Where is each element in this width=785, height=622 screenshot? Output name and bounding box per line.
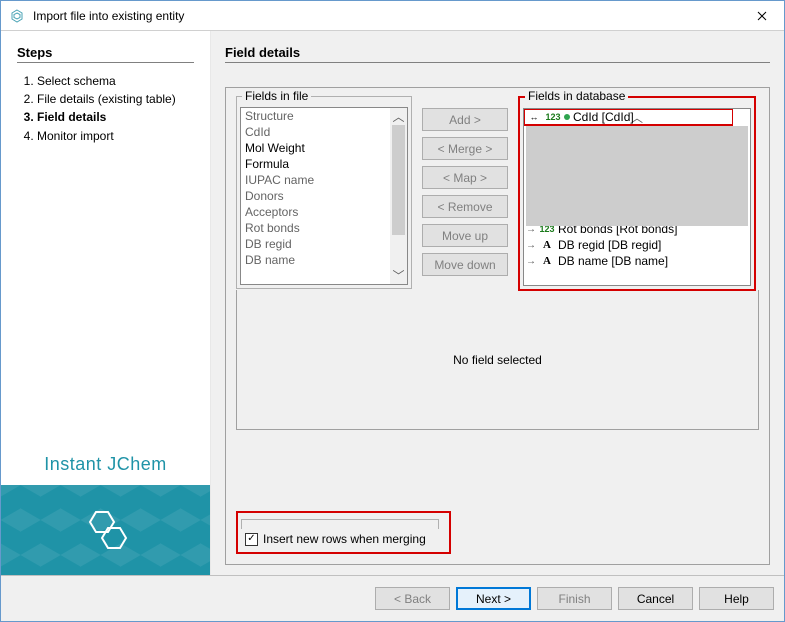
detail-area: No field selected: [236, 290, 759, 430]
dialog-window: Import file into existing entity Steps S…: [0, 0, 785, 622]
cancel-button[interactable]: Cancel: [618, 587, 693, 610]
list-item[interactable]: DB name: [241, 252, 390, 268]
list-item[interactable]: Donors: [241, 188, 390, 204]
map-button[interactable]: < Map >: [422, 166, 508, 189]
back-button[interactable]: < Back: [375, 587, 450, 610]
text-icon: A: [539, 254, 555, 268]
db-row[interactable]: → A DB regid [DB regid]: [524, 237, 733, 253]
db-row-label: DB regid [DB regid]: [558, 238, 661, 252]
no-selection-text: No field selected: [453, 353, 542, 367]
insert-rows-checkbox[interactable]: ✓ Insert new rows when merging: [241, 532, 439, 546]
help-button[interactable]: Help: [699, 587, 774, 610]
remove-button[interactable]: < Remove: [422, 195, 508, 218]
text-icon: A: [539, 238, 555, 252]
scroll-down-icon[interactable]: ﹀: [390, 267, 407, 284]
step-3: Field details: [37, 109, 194, 125]
footer-buttons: < Back Next > Finish Cancel Help: [1, 575, 784, 621]
close-button[interactable]: [739, 1, 784, 31]
integer-icon: 123: [545, 110, 561, 124]
checkbox-icon[interactable]: ✓: [245, 533, 258, 546]
list-item[interactable]: DB regid: [241, 236, 390, 252]
scrollbar[interactable]: ︿ ﹀: [390, 108, 407, 284]
map-arrow-icon: →: [526, 240, 536, 251]
steps-list: Select schema File details (existing tab…: [17, 73, 194, 146]
list-item[interactable]: Structure: [241, 108, 390, 124]
finish-button[interactable]: Finish: [537, 587, 612, 610]
app-icon: [9, 8, 25, 24]
columns-row: Fields in file Structure CdId Mol Weight…: [236, 96, 759, 291]
list-item[interactable]: IUPAC name: [241, 172, 390, 188]
merge-dot-icon: [564, 114, 570, 120]
groupbox-edge: [241, 519, 439, 529]
step-2: File details (existing table): [37, 91, 194, 107]
window-title: Import file into existing entity: [33, 9, 739, 23]
scroll-thumb[interactable]: [526, 126, 748, 226]
add-button[interactable]: Add >: [422, 108, 508, 131]
db-fields-label: Fields in database: [525, 89, 628, 103]
dialog-body: Steps Select schema File details (existi…: [1, 31, 784, 575]
list-item[interactable]: Mol Weight: [241, 140, 390, 156]
db-row-cdid[interactable]: ↔ 123 CdId [CdId]: [524, 109, 733, 125]
db-fields-group: Fields in database ↔ 123 CdId [CdId]: [518, 96, 756, 291]
moveup-button[interactable]: Move up: [422, 224, 508, 247]
main-heading: Field details: [225, 45, 770, 63]
list-item[interactable]: CdId: [241, 124, 390, 140]
merge-button[interactable]: < Merge >: [422, 137, 508, 160]
db-row-label: DB name [DB name]: [558, 254, 668, 268]
file-fields-label: Fields in file: [242, 89, 311, 103]
step-1: Select schema: [37, 73, 194, 89]
brand-tile: [1, 485, 210, 575]
field-panel: Fields in file Structure CdId Mol Weight…: [225, 87, 770, 565]
movedown-button[interactable]: Move down: [422, 253, 508, 276]
next-button[interactable]: Next >: [456, 587, 531, 610]
merge-option-highlight: ✓ Insert new rows when merging: [236, 511, 451, 554]
main-area: Field details Fields in file Structure C…: [211, 31, 784, 575]
db-row-label: CdId [CdId]: [573, 110, 634, 124]
merge-arrow-icon: ↔: [526, 110, 542, 124]
scroll-thumb[interactable]: [392, 125, 405, 235]
scroll-up-icon[interactable]: ︿: [390, 108, 407, 125]
sidebar: Steps Select schema File details (existi…: [1, 31, 211, 575]
file-fields-list[interactable]: Structure CdId Mol Weight Formula IUPAC …: [240, 107, 408, 285]
step-4: Monitor import: [37, 128, 194, 144]
db-fields-list[interactable]: ↔ 123 CdId [CdId] → Structure [Structure…: [523, 108, 751, 286]
titlebar: Import file into existing entity: [1, 1, 784, 31]
list-item[interactable]: Formula: [241, 156, 390, 172]
map-arrow-icon: →: [526, 256, 536, 267]
brand-text: Instant JChem: [17, 454, 194, 475]
list-item[interactable]: Acceptors: [241, 204, 390, 220]
checkbox-label: Insert new rows when merging: [263, 532, 426, 546]
file-fields-group: Fields in file Structure CdId Mol Weight…: [236, 96, 412, 289]
list-item[interactable]: Rot bonds: [241, 220, 390, 236]
mapping-buttons: Add > < Merge > < Map > < Remove Move up…: [422, 96, 508, 276]
steps-heading: Steps: [17, 45, 194, 63]
db-row[interactable]: → A DB name [DB name]: [524, 253, 733, 269]
